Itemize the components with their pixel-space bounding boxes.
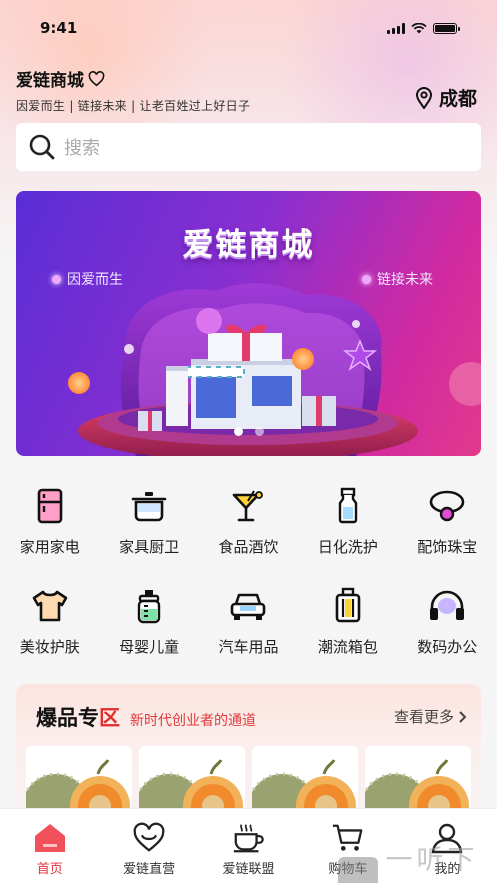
bottle-icon <box>328 486 368 526</box>
category-label: 数码办公 <box>417 638 478 656</box>
headphones-icon <box>427 586 467 626</box>
status-time: 9:41 <box>40 19 78 37</box>
category-item[interactable]: 配饰珠宝 <box>398 482 497 582</box>
watermark-text: 一听下载 <box>385 845 479 876</box>
category-item[interactable]: 数码办公 <box>398 582 497 682</box>
status-icons <box>387 23 460 34</box>
brand-title: 爱链商城 <box>16 66 250 91</box>
section-heading: 爆品专区 新时代创业者的通道 <box>36 702 256 732</box>
home-icon <box>33 821 67 855</box>
sparkle-dot-icon <box>362 274 371 284</box>
section-title: 爆品专区 <box>36 702 120 732</box>
car-icon <box>228 586 268 626</box>
promo-banner[interactable]: 爱链商城 因爱而生 链接未来 <box>16 191 481 456</box>
category-item[interactable]: 日化洗护 <box>298 482 397 582</box>
view-more-label: 查看更多 <box>393 708 454 726</box>
search-icon <box>29 134 55 160</box>
search-bar[interactable]: 搜索 <box>16 123 481 171</box>
section-title-main: 爆品专 <box>36 706 99 730</box>
fridge-icon <box>30 486 70 526</box>
location-selector[interactable]: 成都 <box>415 84 477 111</box>
category-label: 家用家电 <box>19 538 80 556</box>
category-label: 汽车用品 <box>218 638 279 656</box>
section-subtitle: 新时代创业者的通道 <box>130 713 256 729</box>
banner-title: 爱链商城 <box>182 227 315 263</box>
category-label: 食品酒饮 <box>218 538 279 556</box>
city-name: 成都 <box>438 88 477 110</box>
banner-left-text: 因爱而生 <box>52 269 123 289</box>
category-label: 美妆护肤 <box>19 638 80 656</box>
banner-right-label: 链接未来 <box>377 272 433 288</box>
watermark-logo <box>338 857 378 883</box>
category-label: 日化洗护 <box>317 538 378 556</box>
baby-bottle-icon <box>129 586 169 626</box>
category-item[interactable]: 美妆护肤 <box>0 582 99 682</box>
view-more-link[interactable]: 查看更多 <box>394 706 467 727</box>
app-screen: 9:41 爱链商城 因爱而生 | 链接未来 | 让老百姓过上好日子 成都 搜索 <box>0 0 497 883</box>
chevron-right-icon <box>459 710 467 723</box>
category-item[interactable]: 家用家电 <box>0 482 99 582</box>
status-bar: 9:41 <box>0 0 497 56</box>
heart-icon <box>132 821 166 855</box>
banner-pagination <box>16 427 481 436</box>
section-title-accent: 区 <box>99 706 120 730</box>
tshirt-icon <box>30 586 70 626</box>
category-item[interactable]: 潮流箱包 <box>298 582 397 682</box>
tab-label: 爱链直营 <box>123 862 176 877</box>
tab-label: 首页 <box>36 862 63 877</box>
category-item[interactable]: 家具厨卫 <box>99 482 198 582</box>
location-pin-icon <box>415 86 432 109</box>
brand-name: 爱链商城 <box>16 71 84 91</box>
brand-header: 爱链商城 因爱而生 | 链接未来 | 让老百姓过上好日子 <box>16 66 250 114</box>
banner-right-text: 链接未来 <box>362 269 433 289</box>
category-item[interactable]: 食品酒饮 <box>199 482 298 582</box>
category-item[interactable]: 汽车用品 <box>199 582 298 682</box>
coffee-cup-icon <box>232 821 266 855</box>
heart-outline-icon[interactable] <box>88 70 105 87</box>
search-placeholder: 搜索 <box>64 138 100 159</box>
signal-icon <box>387 23 405 34</box>
tab-home[interactable]: 首页 <box>0 809 99 883</box>
category-item[interactable]: 母婴儿童 <box>99 582 198 682</box>
tab-direct[interactable]: 爱链直营 <box>99 809 198 883</box>
tab-alliance[interactable]: 爱链联盟 <box>199 809 298 883</box>
pagination-dot[interactable] <box>254 427 264 436</box>
cocktail-icon <box>228 486 268 526</box>
sparkle-dot-icon <box>52 274 61 284</box>
category-label: 潮流箱包 <box>317 638 378 656</box>
brand-tagline: 因爱而生 | 链接未来 | 让老百姓过上好日子 <box>16 99 251 113</box>
pot-icon <box>129 486 169 526</box>
tab-label: 爱链联盟 <box>222 862 275 877</box>
ring-icon <box>427 486 467 526</box>
banner-left-label: 因爱而生 <box>67 272 123 288</box>
category-label: 配饰珠宝 <box>417 538 478 556</box>
watermark: 一听下载 <box>338 838 497 883</box>
wifi-icon <box>411 23 427 34</box>
category-label: 家具厨卫 <box>119 538 180 556</box>
category-grid: 家用家电 家具厨卫 食品酒饮 日化洗护 配饰珠宝 美妆护肤 母婴儿童 汽车用品 … <box>0 482 497 682</box>
pagination-dot[interactable] <box>233 427 243 436</box>
suitcase-icon <box>328 586 368 626</box>
category-label: 母婴儿童 <box>119 638 180 656</box>
battery-icon <box>433 23 460 34</box>
